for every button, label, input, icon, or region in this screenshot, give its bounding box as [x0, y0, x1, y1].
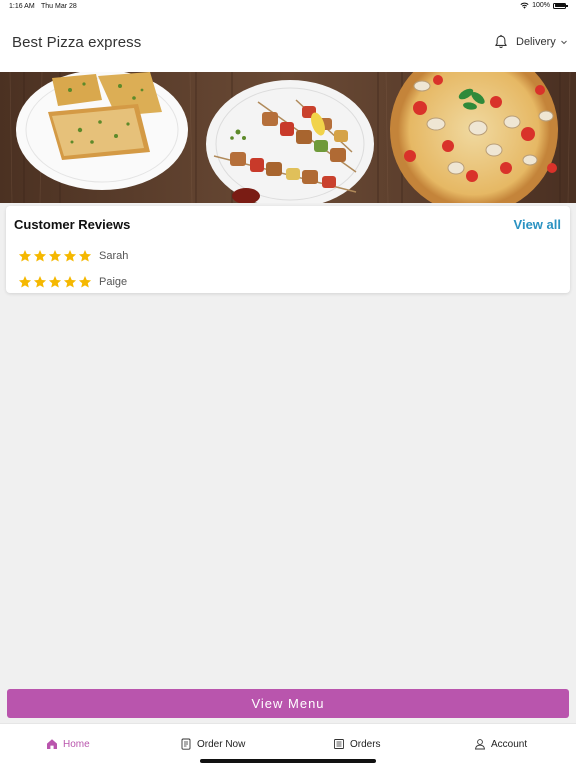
star-icon	[63, 250, 77, 262]
tab-orders-label: Orders	[350, 738, 381, 750]
star-icon	[33, 250, 47, 262]
account-icon	[474, 739, 486, 750]
star-icon	[63, 276, 77, 288]
star-rating	[18, 249, 92, 263]
hero-banner	[0, 72, 576, 203]
tab-order-now-label: Order Now	[197, 738, 246, 750]
home-indicator	[200, 759, 376, 763]
tab-account[interactable]: Account	[474, 738, 527, 750]
delivery-label: Delivery	[516, 36, 556, 48]
wifi-icon	[520, 2, 529, 9]
view-menu-button[interactable]: View Menu	[7, 689, 569, 718]
pizza	[390, 72, 558, 203]
delivery-dropdown[interactable]: Delivery	[516, 36, 568, 48]
bell-icon[interactable]	[493, 34, 509, 50]
app-title: Best Pizza express	[12, 34, 142, 51]
reviews-card: Customer Reviews View all Sarah Paige	[6, 206, 570, 293]
star-icon	[48, 250, 62, 262]
tab-home-label: Home	[63, 738, 90, 750]
status-bar: 1:16 AM Thu Mar 28 100%	[0, 0, 576, 14]
tab-home[interactable]: Home	[46, 738, 90, 750]
battery-percent: 100%	[532, 2, 550, 9]
top-nav: Best Pizza express Delivery	[0, 14, 576, 72]
skewers-plate	[206, 80, 374, 203]
garlic-bread-plate	[16, 72, 188, 190]
hero-image	[0, 72, 576, 203]
tab-account-label: Account	[491, 738, 528, 750]
orders-icon	[334, 739, 344, 749]
tab-order-now[interactable]: Order Now	[180, 738, 245, 750]
tab-orders[interactable]: Orders	[333, 738, 381, 750]
star-icon	[18, 276, 32, 288]
star-icon	[48, 276, 62, 288]
review-item: Paige	[18, 275, 127, 289]
reviewer-name: Sarah	[99, 250, 129, 262]
home-icon	[47, 739, 57, 749]
star-icon	[33, 276, 47, 288]
reviewer-name: Paige	[99, 276, 128, 288]
reviews-title: Customer Reviews	[14, 217, 131, 232]
review-item: Sarah	[18, 249, 128, 263]
status-time: 1:16 AM	[9, 3, 35, 10]
order-icon	[181, 738, 191, 750]
star-rating	[18, 275, 92, 289]
chevron-down-icon	[560, 40, 567, 45]
star-icon	[78, 276, 92, 288]
battery-icon	[553, 2, 568, 9]
star-icon	[18, 250, 32, 262]
view-all-link[interactable]: View all	[514, 217, 561, 232]
status-date: Thu Mar 28	[41, 3, 77, 10]
status-right: 100%	[520, 2, 568, 9]
star-icon	[78, 250, 92, 262]
